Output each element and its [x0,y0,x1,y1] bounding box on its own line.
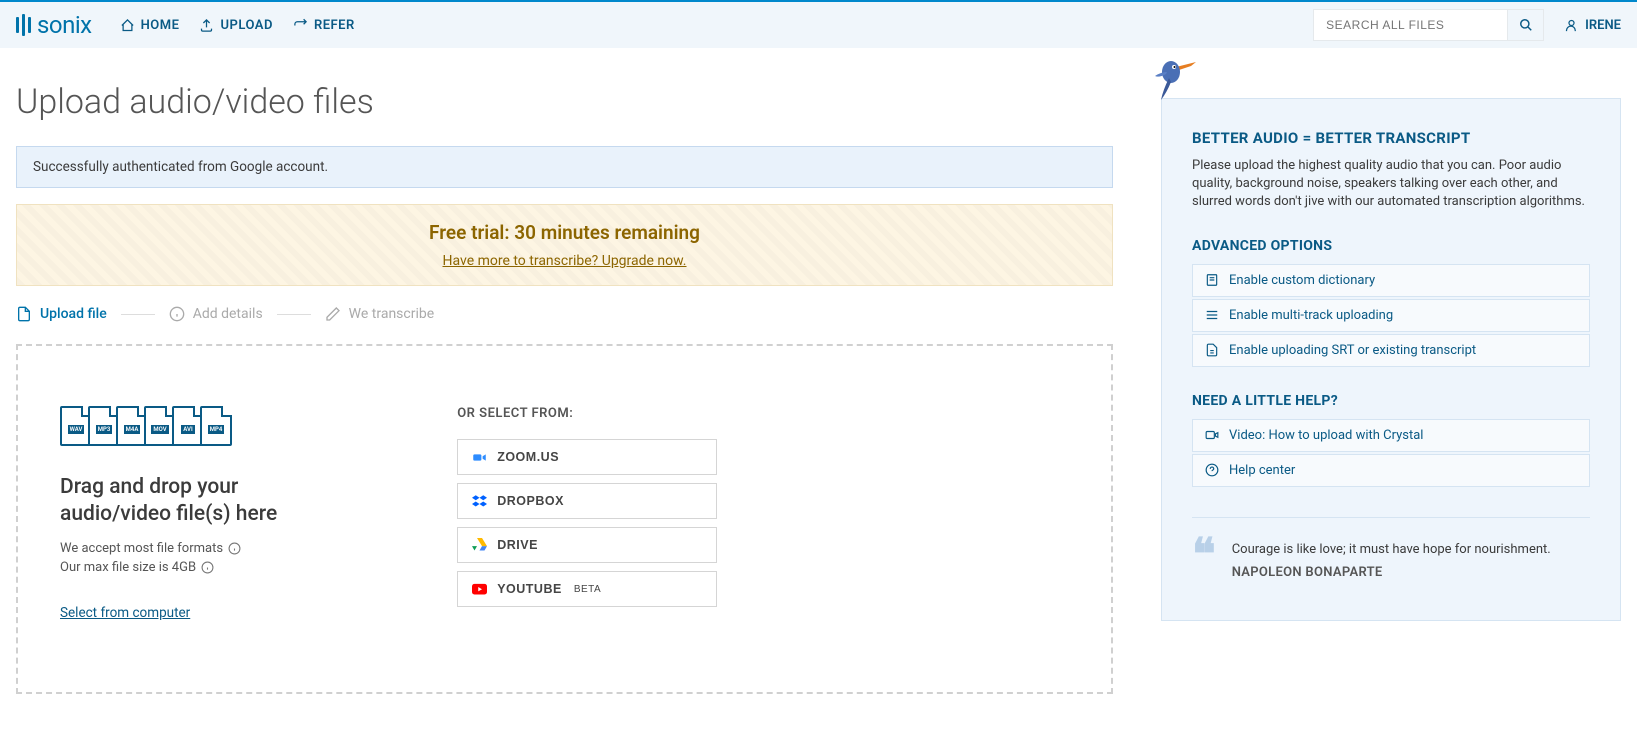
dictionary-icon [1205,273,1219,287]
info-icon[interactable] [201,561,214,574]
quote-author: NAPOLEON BONAPARTE [1232,565,1551,580]
step-upload[interactable]: Upload file [16,306,107,322]
multitrack-icon [1205,308,1219,322]
home-icon [120,18,135,33]
drop-maxsize-note: Our max file size is 4GB [60,560,277,575]
alert-trial: Free trial: 30 minutes remaining Have mo… [16,204,1113,286]
drive-icon [472,538,487,553]
logo[interactable]: sonix [16,11,92,39]
source-dropbox-label: DROPBOX [497,494,564,508]
or-select-label: OR SELECT FROM: [457,406,757,421]
quote-icon: ❝ [1192,542,1216,568]
zoom-icon [472,450,487,465]
upload-icon [199,18,214,33]
search-button[interactable] [1508,9,1544,41]
search-icon [1519,18,1533,32]
sidebar-audio-text: Please upload the highest quality audio … [1192,157,1590,212]
user-name: IRENE [1585,18,1621,33]
quote-text: Courage is like love; it must have hope … [1232,542,1551,557]
nav-home-label: HOME [141,18,180,33]
upload-steps: Upload file Add details We transcribe [16,306,1113,322]
help-video[interactable]: Video: How to upload with Crystal [1192,419,1590,452]
user-menu[interactable]: IRENE [1564,18,1621,33]
opt-custom-dictionary[interactable]: Enable custom dictionary [1192,264,1590,297]
srt-icon [1205,343,1219,357]
youtube-beta-badge: BETA [574,584,601,595]
brand-text: sonix [37,11,92,39]
step-divider [277,314,311,315]
help-center[interactable]: Help center [1192,454,1590,487]
step-details: Add details [169,306,263,322]
source-zoom-label: ZOOM.US [497,450,559,464]
drop-title: Drag and drop your audio/video file(s) h… [60,474,277,529]
alert-auth-success: Successfully authenticated from Google a… [16,146,1113,188]
select-from-computer-link[interactable]: Select from computer [60,605,190,621]
source-zoom-button[interactable]: ZOOM.US [457,439,717,475]
file-icon [16,306,32,322]
sidebar-panel: BETTER AUDIO = BETTER TRANSCRIPT Please … [1161,98,1621,621]
bird-illustration [1141,52,1201,102]
nav-home[interactable]: HOME [120,18,180,33]
step-details-label: Add details [193,306,263,322]
nav-upload[interactable]: UPLOAD [199,18,272,33]
nav-links: HOME UPLOAD REFER [120,18,355,33]
help-icon [1205,463,1219,477]
source-youtube-label: YOUTUBE [497,582,562,596]
nav-refer-label: REFER [314,18,355,33]
youtube-icon [472,582,487,597]
opt-multitrack[interactable]: Enable multi-track uploading [1192,299,1590,332]
info-icon [169,306,185,322]
page-title: Upload audio/video files [16,82,1113,122]
search-input[interactable] [1313,9,1508,41]
step-upload-label: Upload file [40,306,107,322]
sidebar-divider [1192,517,1590,518]
refer-icon [293,18,308,33]
nav-refer[interactable]: REFER [293,18,355,33]
info-icon[interactable] [228,542,241,555]
user-icon [1564,18,1579,33]
sidebar-heading-help: NEED A LITTLE HELP? [1192,393,1590,409]
source-drive-label: DRIVE [497,538,538,552]
alert-auth-text: Successfully authenticated from Google a… [33,159,328,175]
quote-block: ❝ Courage is like love; it must have hop… [1192,542,1590,580]
sidebar-heading-audio: BETTER AUDIO = BETTER TRANSCRIPT [1192,129,1590,147]
dropzone[interactable]: WAV MP3 M4A MOV AVI MP4 Drag and drop yo… [16,344,1113,694]
step-transcribe: We transcribe [325,306,435,322]
trial-upgrade-link[interactable]: Have more to transcribe? Upgrade now. [443,253,687,269]
source-dropbox-button[interactable]: DROPBOX [457,483,717,519]
dropbox-icon [472,494,487,509]
top-header: sonix HOME UPLOAD REFER IRENE [0,0,1637,48]
header-right: IRENE [1313,9,1621,41]
trial-title: Free trial: 30 minutes remaining [33,221,1096,244]
opt-srt[interactable]: Enable uploading SRT or existing transcr… [1192,334,1590,367]
logo-icon [16,14,31,36]
source-drive-button[interactable]: DRIVE [457,527,717,563]
step-transcribe-label: We transcribe [349,306,435,322]
source-youtube-button[interactable]: YOUTUBE BETA [457,571,717,607]
file-format-icons: WAV MP3 M4A MOV AVI MP4 [60,406,277,446]
step-divider [121,314,155,315]
video-icon [1205,428,1219,442]
drop-formats-note: We accept most file formats [60,541,277,556]
nav-upload-label: UPLOAD [220,18,272,33]
pencil-icon [325,306,341,322]
sidebar-heading-advanced: ADVANCED OPTIONS [1192,238,1590,254]
